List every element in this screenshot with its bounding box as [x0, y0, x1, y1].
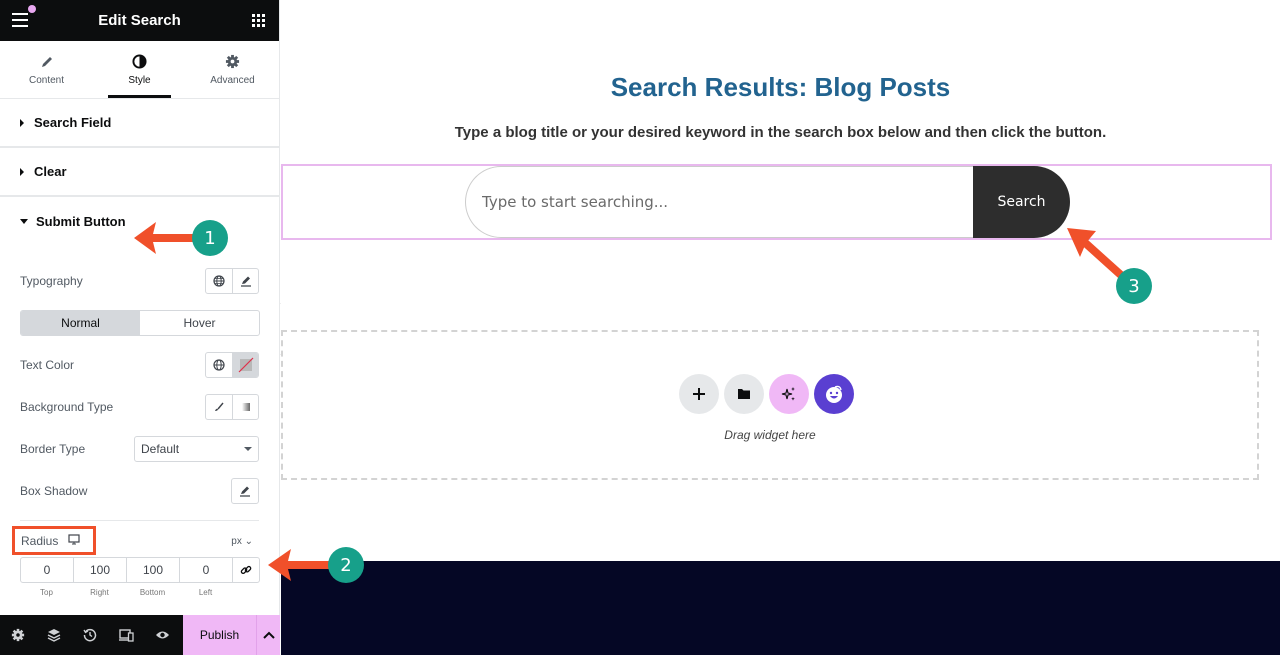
annotation-arrows: [134, 222, 1125, 581]
annotation-badge-2: 2: [328, 547, 364, 583]
annotation-arrow-3: [1067, 228, 1125, 279]
annotation-badge-1: 1: [192, 220, 228, 256]
annotation-arrow-1: [134, 222, 196, 254]
annotation-arrow-2: [268, 549, 330, 581]
annotation-badge-3: 3: [1116, 268, 1152, 304]
